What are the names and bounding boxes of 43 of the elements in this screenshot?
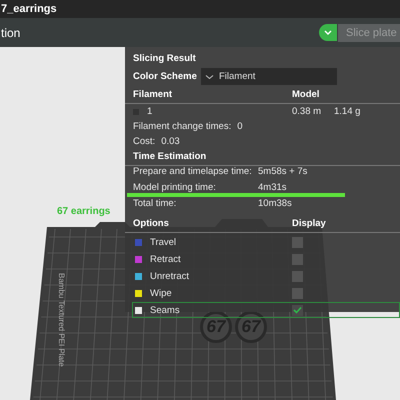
stat-label: Model printing time: <box>133 182 217 193</box>
option-label: Travel <box>150 236 178 248</box>
option-row[interactable]: Travel <box>132 234 400 250</box>
option-label: Unretract <box>150 270 190 282</box>
plate-name: Bambu Textured PEI Plate <box>57 273 66 367</box>
stat-value: 0 <box>237 121 243 132</box>
chevron-down-icon <box>205 74 214 80</box>
stat-label: Filament change times: <box>133 121 232 132</box>
dropdown-button[interactable] <box>319 24 337 41</box>
display-checkbox[interactable] <box>292 236 303 248</box>
table-cell-text: 0.38 m <box>292 106 322 117</box>
display-checkbox[interactable] <box>292 304 303 316</box>
section-title: Time Estimation <box>125 149 400 166</box>
table-cell: 1.14 g <box>334 106 360 117</box>
section-title: Slicing Result <box>132 52 197 66</box>
stat-value: 10m38s <box>258 198 292 209</box>
option-label: Retract <box>150 254 182 264</box>
field-label: Color Scheme <box>133 71 198 82</box>
option-row[interactable]: Unretract <box>132 268 400 284</box>
display-checkbox[interactable] <box>292 270 303 282</box>
option-label: Wipe <box>150 288 173 298</box>
option-row[interactable]: Retract <box>132 251 400 267</box>
toolbar-label: tion <box>1 26 20 40</box>
option-row[interactable]: Wipe <box>132 285 400 301</box>
column-header: Options <box>133 218 170 229</box>
plate-label: 67 earrings <box>57 206 110 217</box>
chevron-down-icon <box>323 30 333 36</box>
option-row[interactable]: Seams <box>132 302 400 318</box>
stat-label: Cost: <box>133 136 156 147</box>
table-cell-text: 1 <box>147 106 154 117</box>
color-scheme-dropdown[interactable]: Filament <box>201 68 337 85</box>
column-header: Model <box>292 89 320 100</box>
stat-value: 4m31s <box>258 182 287 193</box>
option-label: Seams <box>150 304 181 316</box>
column-header: Filament <box>133 89 174 100</box>
window-title: 7_earrings <box>1 3 57 15</box>
display-checkbox[interactable] <box>292 254 303 264</box>
stat-label: Total time: <box>133 198 178 209</box>
stat-label: Prepare and timelapse time: <box>133 166 253 177</box>
display-checkbox[interactable] <box>292 288 303 298</box>
stat-value: 5m58s + 7s <box>258 166 308 177</box>
stat-value: 0.03 <box>161 136 180 147</box>
column-header: Display <box>292 218 326 229</box>
